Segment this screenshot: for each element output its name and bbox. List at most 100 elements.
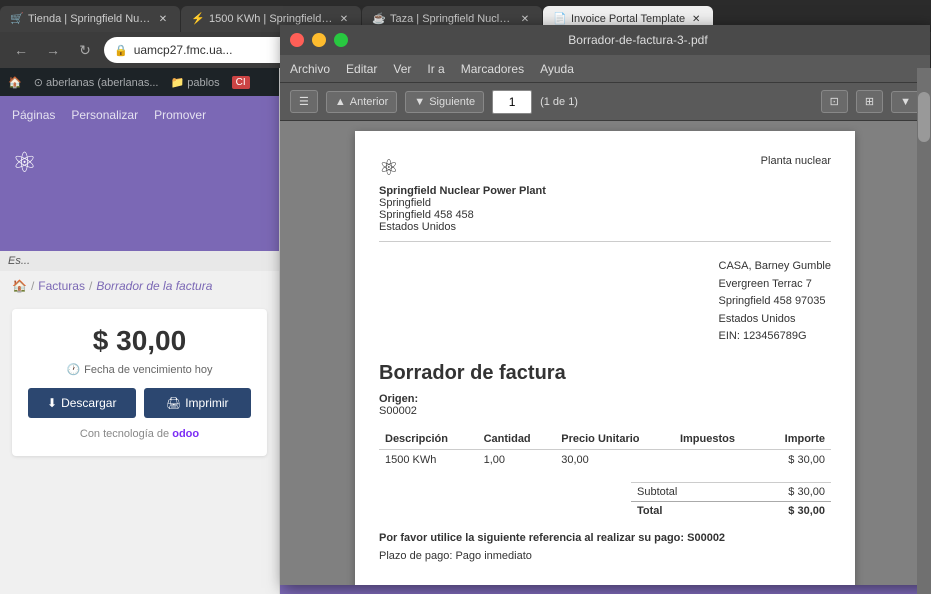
menu-ira[interactable]: Ir a xyxy=(427,62,444,76)
menu-archivo[interactable]: Archivo xyxy=(290,62,330,76)
tab-close-3[interactable]: ✕ xyxy=(518,12,532,26)
tab-label-4: Invoice Portal Template xyxy=(571,13,685,25)
admin-bar: 🏠 ⊙ aberlanas (aberlanas... 📁 pablos CI xyxy=(0,68,279,96)
totals-area: Subtotal $ 30,00 Total $ 30,00 xyxy=(379,482,831,520)
due-text: Fecha de vencimiento hoy xyxy=(84,364,212,376)
download-icon: ⬇ xyxy=(47,396,57,410)
clock-icon: 🕐 xyxy=(66,363,80,376)
breadcrumb-home-icon[interactable]: 🏠 xyxy=(12,279,27,293)
page-number-input[interactable] xyxy=(492,90,532,114)
wp-nav-bar: Páginas Personalizar Promover xyxy=(0,96,279,134)
atom-icon: ⚛ xyxy=(12,146,37,179)
row-qty: 1,00 xyxy=(478,449,556,470)
invoice-card: $ 30,00 🕐 Fecha de vencimiento hoy ⬇ Des… xyxy=(12,309,267,456)
pdf-close-button[interactable] xyxy=(290,33,304,47)
pdf-title: Borrador-de-factura-3-.pdf xyxy=(356,33,920,47)
next-page-button[interactable]: ▼ Siguiente xyxy=(405,91,484,113)
col-tax: Impuestos xyxy=(674,429,762,450)
admin-user[interactable]: ⊙ aberlanas (aberlanas... xyxy=(34,76,159,89)
col-amount: Importe xyxy=(762,429,831,450)
invoice-title: Borrador de factura xyxy=(379,362,831,385)
pdf-page: ⚛ Springfield Nuclear Power Plant Spring… xyxy=(355,131,855,585)
menu-marcadores[interactable]: Marcadores xyxy=(461,62,524,76)
total-row: Total $ 30,00 xyxy=(631,501,831,520)
tab-label-2: 1500 KWh | Springfield Nu... xyxy=(209,13,333,25)
origin-row: Origen: S00002 xyxy=(379,393,831,417)
breadcrumb-sep-1: / xyxy=(31,279,34,293)
admin-ci[interactable]: CI xyxy=(232,76,250,89)
menu-ayuda[interactable]: Ayuda xyxy=(540,62,574,76)
tab-tienda[interactable]: 🛒 Tienda | Springfield Nucle... ✕ xyxy=(0,6,180,32)
invoice-amount: $ 30,00 xyxy=(28,325,251,357)
breadcrumb-sep-2: / xyxy=(89,279,92,293)
breadcrumb-facturas[interactable]: Facturas xyxy=(38,279,85,293)
menu-ver[interactable]: Ver xyxy=(393,62,411,76)
billing-name: CASA, Barney Gumble xyxy=(719,258,832,276)
company-info: ⚛ Springfield Nuclear Power Plant Spring… xyxy=(379,155,546,233)
tab-favicon-1: 🛒 xyxy=(10,12,24,26)
col-price: Precio Unitario xyxy=(555,429,674,450)
up-arrow-icon: ▲ xyxy=(335,96,346,108)
payment-ref-value: S00002 xyxy=(687,532,725,544)
origin-label: Origen: xyxy=(379,393,418,405)
down-arrow-icon: ▼ xyxy=(414,96,425,108)
subtotal-row: Subtotal $ 30,00 xyxy=(631,482,831,501)
pdf-header: ⚛ Springfield Nuclear Power Plant Spring… xyxy=(379,155,831,242)
back-button[interactable]: ← xyxy=(8,37,34,63)
tab-close-4[interactable]: ✕ xyxy=(689,12,703,26)
select-tool-button[interactable]: ☰ xyxy=(290,90,318,113)
total-value: $ 30,00 xyxy=(788,505,825,517)
origin-value: S00002 xyxy=(379,405,417,417)
row-amount: $ 30,00 xyxy=(762,449,831,470)
pdf-minimize-button[interactable] xyxy=(312,33,326,47)
fit-page-button[interactable]: ⊡ xyxy=(821,90,848,113)
tab-favicon-3: ☕ xyxy=(372,12,386,26)
payment-ref-prefix: Por favor utilice la siguiente referenci… xyxy=(379,532,684,544)
admin-folder[interactable]: 📁 pablos xyxy=(171,76,220,89)
prev-page-button[interactable]: ▲ Anterior xyxy=(326,91,397,113)
plant-label: Planta nuclear xyxy=(761,155,831,167)
more-options-button[interactable]: ▼ xyxy=(891,91,920,113)
nav-paginas[interactable]: Páginas xyxy=(12,102,55,128)
billing-ein: EIN: 123456789G xyxy=(719,328,832,346)
row-price: 30,00 xyxy=(555,449,674,470)
scrollbar-thumb[interactable] xyxy=(918,92,930,142)
print-icon: 🖨 xyxy=(166,396,181,410)
tab-close-2[interactable]: ✕ xyxy=(337,12,351,26)
pdf-maximize-button[interactable] xyxy=(334,33,348,47)
admin-home-icon[interactable]: 🏠 xyxy=(8,76,22,89)
invoice-table: Descripción Cantidad Precio Unitario Imp… xyxy=(379,429,831,470)
tab-favicon-4: 📄 xyxy=(553,12,567,26)
col-qty: Cantidad xyxy=(478,429,556,450)
download-button[interactable]: ⬇ Descargar xyxy=(28,388,136,418)
company-name: Springfield Nuclear Power Plant xyxy=(379,185,546,197)
left-panel: 🏠 ⊙ aberlanas (aberlanas... 📁 pablos CI … xyxy=(0,68,280,594)
nav-promover[interactable]: Promover xyxy=(154,102,206,128)
payment-ref: Por favor utilice la siguiente referenci… xyxy=(379,532,831,544)
invoice-due: 🕐 Fecha de vencimiento hoy xyxy=(28,363,251,376)
row-tax xyxy=(674,449,762,470)
reload-button[interactable]: ↻ xyxy=(72,37,98,63)
nav-personalizar[interactable]: Personalizar xyxy=(71,102,138,128)
print-label: Imprimir xyxy=(185,396,228,410)
subtotal-value: $ 30,00 xyxy=(788,486,825,498)
tab-close-1[interactable]: ✕ xyxy=(156,12,170,26)
breadcrumb: 🏠 / Facturas / Borrador de la factura xyxy=(0,271,279,301)
odoo-brand: odoo xyxy=(172,428,199,440)
pdf-menu-bar: Archivo Editar Ver Ir a Marcadores Ayuda xyxy=(280,55,930,83)
tab-favicon-2: ⚡ xyxy=(191,12,205,26)
billing-address: Evergreen Terrac 7 xyxy=(719,276,832,294)
pdf-content-area[interactable]: ⚛ Springfield Nuclear Power Plant Spring… xyxy=(280,121,930,585)
forward-button[interactable]: → xyxy=(40,37,66,63)
address-text: uamcp27.fmc.ua... xyxy=(134,43,233,57)
col-desc: Descripción xyxy=(379,429,478,450)
zoom-button[interactable]: ⊞ xyxy=(856,90,883,113)
menu-editar[interactable]: Editar xyxy=(346,62,377,76)
lock-icon: 🔒 xyxy=(114,44,128,57)
print-button[interactable]: 🖨 Imprimir xyxy=(144,388,252,418)
powered-text: Con tecnología de xyxy=(80,428,169,440)
pdf-toolbar: ☰ ▲ Anterior ▼ Siguiente (1 de 1) ⊡ ⊞ ▼ xyxy=(280,83,930,121)
company-city: Springfield xyxy=(379,197,546,209)
scrollbar-track[interactable] xyxy=(917,68,931,594)
total-label: Total xyxy=(637,505,662,517)
